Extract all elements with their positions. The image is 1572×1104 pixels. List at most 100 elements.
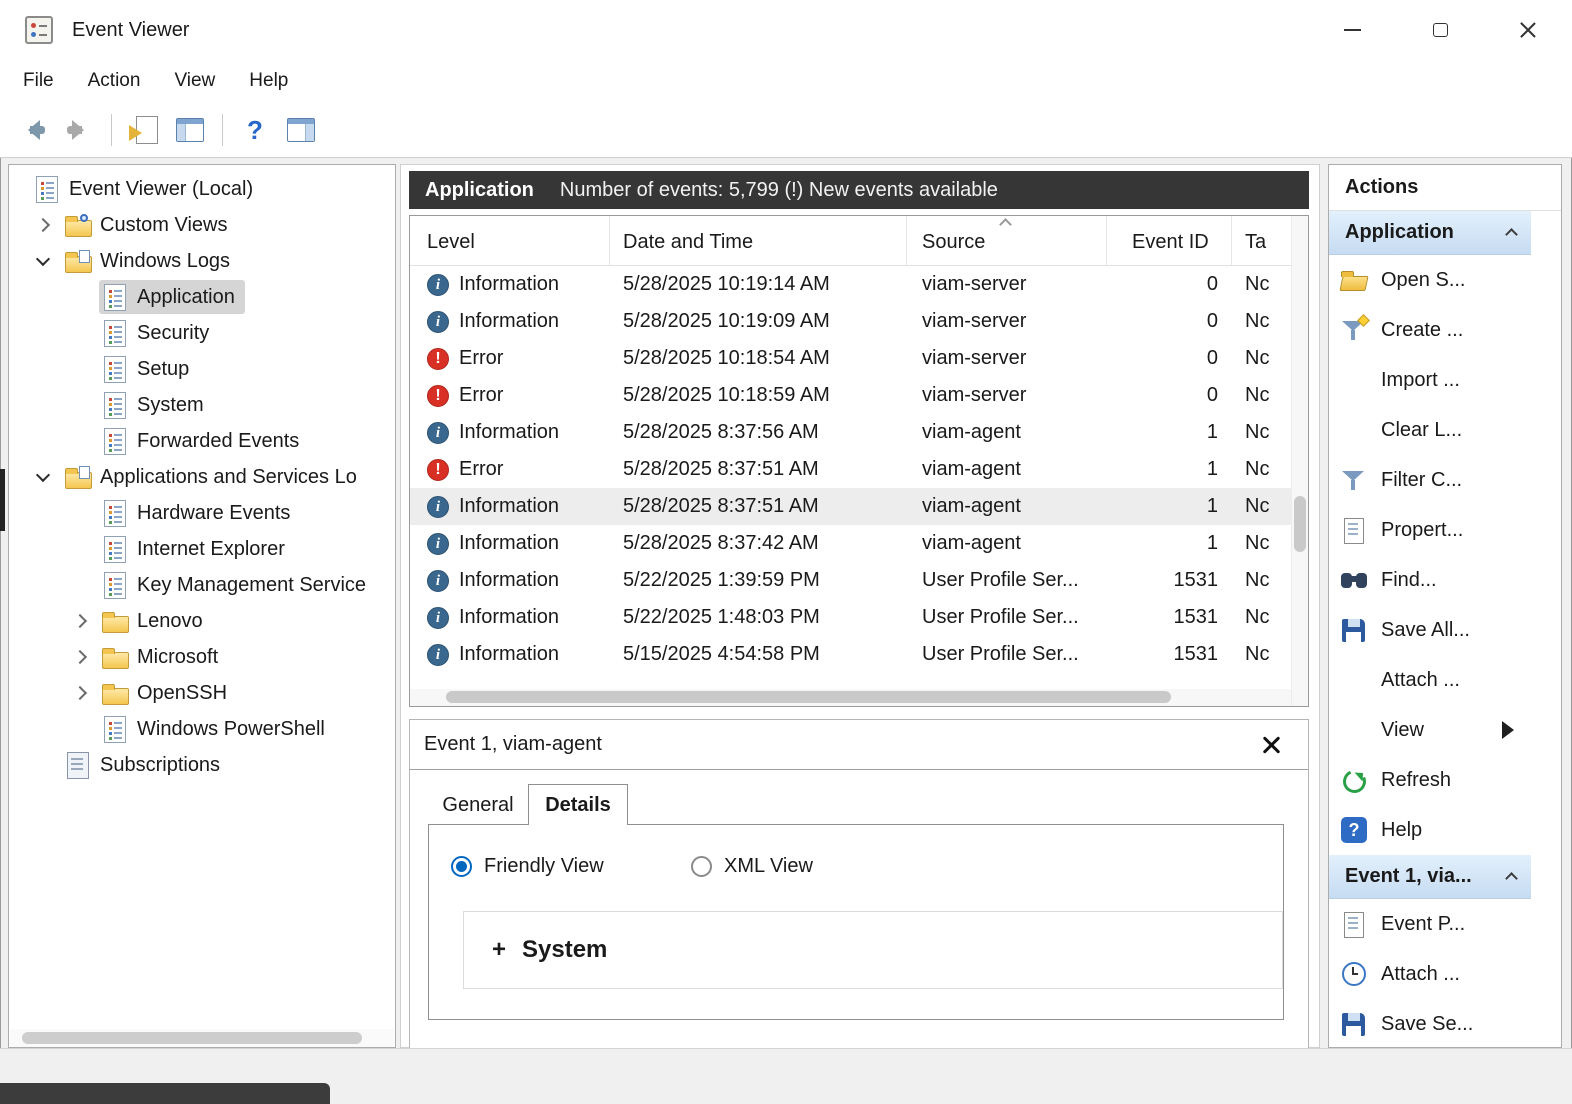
action-refresh[interactable]: Refresh	[1329, 755, 1531, 805]
tree-item-key-management-service[interactable]: Key Management Service	[9, 567, 395, 603]
expander-icon[interactable]	[62, 567, 99, 603]
actions-section-application[interactable]: Application	[1329, 211, 1531, 255]
expander-icon[interactable]	[62, 675, 99, 711]
table-horizontal-scrollbar[interactable]	[410, 689, 1291, 706]
collapse-section-icon[interactable]	[1505, 872, 1518, 885]
action-create[interactable]: Create ...	[1329, 305, 1531, 355]
tree-item-microsoft[interactable]: Microsoft	[9, 639, 395, 675]
action-save-se[interactable]: Save Se...	[1329, 999, 1531, 1048]
collapse-section-icon[interactable]	[1505, 228, 1518, 241]
actions-section-event-1-via[interactable]: Event 1, via...	[1329, 855, 1531, 899]
action-help[interactable]: Help	[1329, 805, 1531, 855]
system-node-label[interactable]: System	[522, 936, 607, 964]
tree-item-body[interactable]: Windows PowerShell	[99, 712, 335, 746]
expander-icon[interactable]	[25, 207, 62, 243]
tree-item-subscriptions[interactable]: Subscriptions	[9, 747, 395, 783]
tab-general[interactable]: General	[428, 784, 528, 824]
forward-button[interactable]	[56, 108, 102, 152]
scrollbar-thumb[interactable]	[1294, 496, 1306, 552]
tree-item-body[interactable]: Windows Logs	[62, 244, 240, 278]
action-event-p[interactable]: Event P...	[1329, 899, 1531, 949]
show-action-pane-button[interactable]	[278, 108, 324, 152]
action-view[interactable]: View	[1329, 705, 1531, 755]
scrollbar-thumb[interactable]	[22, 1032, 362, 1044]
tree-item-body[interactable]: OpenSSH	[99, 676, 237, 710]
tree-item-security[interactable]: Security	[9, 315, 395, 351]
column-header-task-category[interactable]: Ta	[1232, 216, 1291, 265]
tree-item-body[interactable]: Lenovo	[99, 604, 213, 638]
column-header-level[interactable]: Level	[410, 216, 610, 265]
back-button[interactable]	[10, 108, 56, 152]
expander-icon[interactable]	[62, 351, 99, 387]
close-button[interactable]	[1484, 0, 1572, 60]
help-button[interactable]: ?	[232, 108, 278, 152]
action-open-s[interactable]: Open S...	[1329, 255, 1531, 305]
expander-icon[interactable]	[62, 387, 99, 423]
tab-details[interactable]: Details	[528, 784, 628, 825]
menu-help[interactable]: Help	[232, 64, 305, 98]
column-header-date-and-time[interactable]: Date and Time	[610, 216, 907, 265]
event-row-1[interactable]: Information 5/28/2025 10:19:14 AM viam-s…	[410, 266, 1291, 303]
event-row-11[interactable]: Information 5/15/2025 4:54:58 PM User Pr…	[410, 636, 1291, 668]
tree-item-body[interactable]: Security	[99, 316, 219, 350]
minimize-button[interactable]	[1308, 0, 1396, 60]
event-row-8[interactable]: Information 5/28/2025 8:37:42 AM viam-ag…	[410, 525, 1291, 562]
tree-item-body[interactable]: Setup	[99, 352, 199, 386]
tree-item-body[interactable]: Internet Explorer	[99, 532, 295, 566]
expander-icon[interactable]	[25, 243, 62, 279]
event-row-6[interactable]: Error 5/28/2025 8:37:51 AM viam-agent 1 …	[410, 451, 1291, 488]
event-row-3[interactable]: Error 5/28/2025 10:18:54 AM viam-server …	[410, 340, 1291, 377]
detail-close-icon[interactable]	[1260, 734, 1282, 756]
expand-system-node-icon[interactable]: +	[492, 936, 506, 964]
action-save-all[interactable]: Save All...	[1329, 605, 1531, 655]
menu-action[interactable]: Action	[71, 64, 158, 98]
tree-item-forwarded-events[interactable]: Forwarded Events	[9, 423, 395, 459]
tree-item-body[interactable]: Custom Views	[62, 208, 237, 242]
friendly-view-radio[interactable]: Friendly View	[451, 855, 604, 878]
expander-icon[interactable]	[25, 747, 62, 783]
tree-item-event-viewer-local[interactable]: Event Viewer (Local)	[9, 171, 395, 207]
menu-view[interactable]: View	[157, 64, 232, 98]
tree-horizontal-scrollbar[interactable]	[10, 1029, 394, 1047]
tree-item-application[interactable]: Application	[9, 279, 395, 315]
tree-item-body[interactable]: Hardware Events	[99, 496, 300, 530]
action-filter-c[interactable]: Filter C...	[1329, 455, 1531, 505]
maximize-button[interactable]	[1396, 0, 1484, 60]
event-row-2[interactable]: Information 5/28/2025 10:19:09 AM viam-s…	[410, 303, 1291, 340]
tree-item-internet-explorer[interactable]: Internet Explorer	[9, 531, 395, 567]
tree-item-body[interactable]: Applications and Services Lo	[62, 460, 367, 494]
tree-item-body[interactable]: Microsoft	[99, 640, 228, 674]
tree-item-windows-powershell[interactable]: Windows PowerShell	[9, 711, 395, 747]
column-header-source[interactable]: Source	[907, 216, 1107, 265]
menu-file[interactable]: File	[6, 64, 71, 98]
tree-item-body[interactable]: Application	[99, 280, 245, 314]
event-row-10[interactable]: Information 5/22/2025 1:48:03 PM User Pr…	[410, 599, 1291, 636]
tree-item-windows-logs[interactable]: Windows Logs	[9, 243, 395, 279]
action-find[interactable]: Find...	[1329, 555, 1531, 605]
expander-icon[interactable]	[62, 639, 99, 675]
tree-item-applications-and-services-lo[interactable]: Applications and Services Lo	[9, 459, 395, 495]
show-console-tree-button[interactable]	[167, 108, 213, 152]
action-clear-l[interactable]: Clear L...	[1329, 405, 1531, 455]
tree-item-custom-views[interactable]: Custom Views	[9, 207, 395, 243]
tree-item-body[interactable]: Key Management Service	[99, 568, 376, 602]
table-vertical-scrollbar[interactable]	[1291, 216, 1308, 706]
action-import[interactable]: Import ...	[1329, 355, 1531, 405]
tree-item-body[interactable]: System	[99, 388, 214, 422]
expander-icon[interactable]	[62, 495, 99, 531]
expander-icon[interactable]	[62, 315, 99, 351]
tree-item-body[interactable]: Subscriptions	[62, 748, 230, 782]
tree-item-openssh[interactable]: OpenSSH	[9, 675, 395, 711]
tree-item-hardware-events[interactable]: Hardware Events	[9, 495, 395, 531]
tree-item-system[interactable]: System	[9, 387, 395, 423]
expander-icon[interactable]	[62, 423, 99, 459]
event-row-7[interactable]: Information 5/28/2025 8:37:51 AM viam-ag…	[410, 488, 1291, 525]
export-list-button[interactable]	[121, 108, 167, 152]
event-row-9[interactable]: Information 5/22/2025 1:39:59 PM User Pr…	[410, 562, 1291, 599]
expander-icon[interactable]	[62, 603, 99, 639]
action-attach[interactable]: Attach ...	[1329, 655, 1531, 705]
expander-icon[interactable]	[62, 531, 99, 567]
tree-item-body[interactable]: Forwarded Events	[99, 424, 309, 458]
tree-item-lenovo[interactable]: Lenovo	[9, 603, 395, 639]
expander-icon[interactable]	[25, 459, 62, 495]
